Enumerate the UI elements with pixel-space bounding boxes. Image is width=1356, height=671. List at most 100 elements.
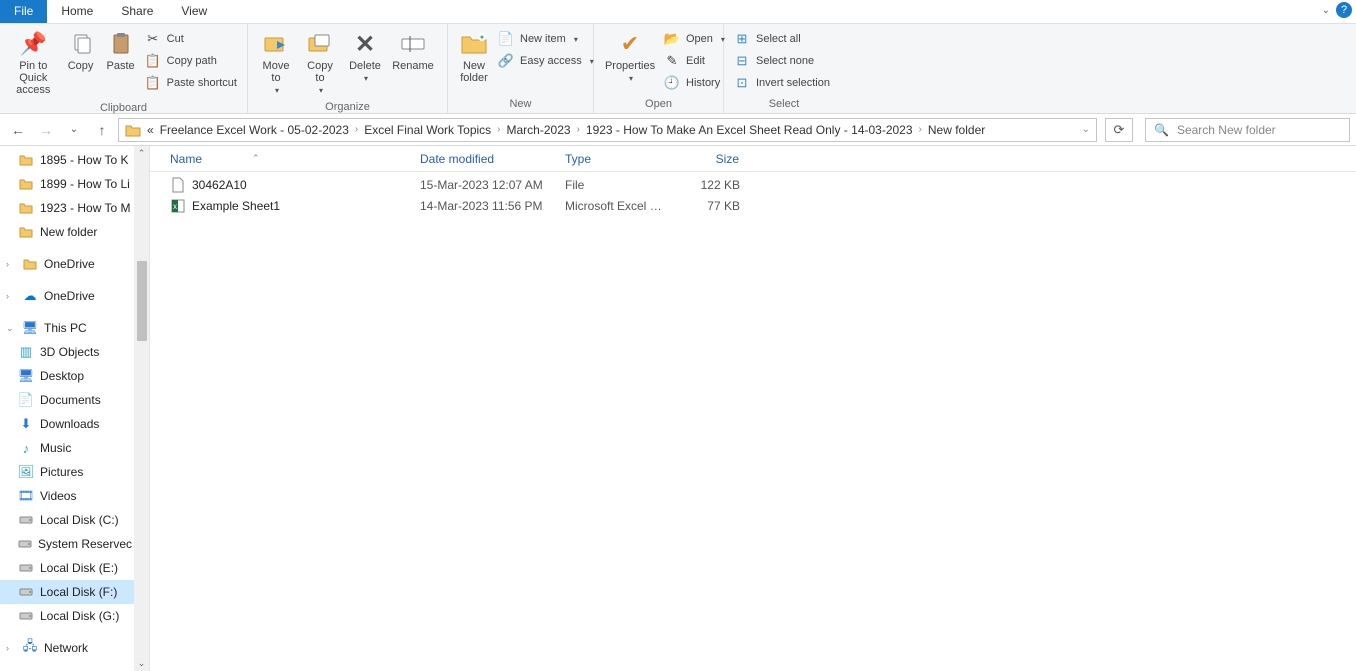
rename-icon <box>399 30 427 58</box>
sidebar-item[interactable]: Local Disk (G:) <box>0 604 135 628</box>
sidebar-item[interactable]: System Reservec <box>0 532 135 556</box>
breadcrumb-3[interactable]: 1923 - How To Make An Excel Sheet Read O… <box>586 123 913 137</box>
edit-button[interactable]: ✎Edit <box>660 50 729 72</box>
cut-button[interactable]: ✂Cut <box>141 28 241 50</box>
scroll-up-icon[interactable]: ⌃ <box>134 146 149 161</box>
tab-file[interactable]: File <box>0 0 47 23</box>
column-type[interactable]: Type <box>555 152 675 166</box>
file-name: 30462A10 <box>192 178 247 192</box>
sidebar-network[interactable]: ›🖧Network <box>0 636 135 660</box>
sidebar-item[interactable]: Local Disk (C:) <box>0 508 135 532</box>
history-icon: 🕘 <box>664 75 680 91</box>
group-clipboard-label: Clipboard <box>6 100 241 117</box>
sidebar-item[interactable]: ♪Music <box>0 436 135 460</box>
search-input[interactable] <box>1177 123 1341 137</box>
rename-button[interactable]: Rename <box>388 26 438 76</box>
history-button[interactable]: 🕘History <box>660 72 729 94</box>
paste-shortcut-button[interactable]: 📋Paste shortcut <box>141 72 241 94</box>
sidebar-item[interactable]: Local Disk (E:) <box>0 556 135 580</box>
sidebar-item[interactable]: 🖥Desktop <box>0 364 135 388</box>
move-to-button[interactable]: Move to▾ <box>254 26 298 99</box>
back-button[interactable]: ← <box>6 118 30 142</box>
recent-dropdown[interactable]: ⌄ <box>62 118 86 142</box>
rename-label: Rename <box>392 60 434 72</box>
sidebar-onedrive[interactable]: ›OneDrive <box>0 252 135 276</box>
sidebar-item[interactable]: ⬇Downloads <box>0 412 135 436</box>
copy-label: Copy <box>68 60 94 72</box>
tab-home[interactable]: Home <box>47 0 107 23</box>
cloud-icon: ☁ <box>22 288 38 304</box>
edit-icon: ✎ <box>664 53 680 69</box>
collapse-icon[interactable]: ⌄ <box>6 323 16 334</box>
delete-button[interactable]: ✕ Delete▾ <box>342 26 388 87</box>
tab-share[interactable]: Share <box>107 0 167 23</box>
column-name[interactable]: Name⌃ <box>150 152 410 166</box>
properties-label: Properties <box>605 60 655 72</box>
sidebar-item-label: Local Disk (C:) <box>40 513 119 527</box>
delete-icon: ✕ <box>351 30 379 58</box>
expand-icon[interactable]: › <box>6 643 16 653</box>
paste-shortcut-label: Paste shortcut <box>167 77 237 89</box>
breadcrumb-2[interactable]: March-2023 <box>507 123 571 137</box>
new-folder-label: New folder <box>460 60 488 84</box>
new-folder-button[interactable]: ✦ New folder <box>454 26 494 88</box>
sidebar-this-pc[interactable]: ⌄🖥This PC <box>0 316 135 340</box>
sidebar-item[interactable]: 1895 - How To K <box>0 148 135 172</box>
select-none-button[interactable]: ⊟Select none <box>730 50 834 72</box>
up-button[interactable]: ↑ <box>90 118 114 142</box>
sidebar-item[interactable]: 1923 - How To M <box>0 196 135 220</box>
easy-access-icon: 🔗 <box>498 53 514 69</box>
file-type: Microsoft Excel W... <box>555 199 675 213</box>
sidebar-item[interactable]: 1899 - How To Li <box>0 172 135 196</box>
chevron-right-icon[interactable]: › <box>577 124 580 135</box>
select-all-button[interactable]: ⊞Select all <box>730 28 834 50</box>
sidebar-item-label: Videos <box>40 489 76 503</box>
copy-to-icon <box>306 30 334 58</box>
breadcrumb-0[interactable]: Freelance Excel Work - 05-02-2023 <box>160 123 349 137</box>
sidebar-item[interactable]: 🎞Videos <box>0 484 135 508</box>
forward-button[interactable]: → <box>34 118 58 142</box>
scroll-down-icon[interactable]: ⌄ <box>134 656 149 671</box>
expand-icon[interactable]: › <box>6 291 16 301</box>
svg-text:✦: ✦ <box>479 33 486 42</box>
table-row[interactable]: 30462A1015-Mar-2023 12:07 AMFile122 KB <box>150 174 1356 195</box>
copy-path-button[interactable]: 📋Copy path <box>141 50 241 72</box>
chevron-down-icon[interactable]: ⌄ <box>1322 5 1330 16</box>
table-row[interactable]: xExample Sheet114-Mar-2023 11:56 PMMicro… <box>150 195 1356 216</box>
chevron-right-icon[interactable]: › <box>919 124 922 135</box>
open-button[interactable]: 📂Open▾ <box>660 28 729 50</box>
sidebar-item[interactable]: New folder <box>0 220 135 244</box>
invert-selection-button[interactable]: ⊡Invert selection <box>730 72 834 94</box>
address-bar[interactable]: « Freelance Excel Work - 05-02-2023 › Ex… <box>118 118 1097 142</box>
scroll-thumb[interactable] <box>137 261 147 341</box>
help-icon[interactable]: ? <box>1336 2 1352 18</box>
search-box[interactable]: 🔍 <box>1145 118 1350 142</box>
copy-button[interactable]: Copy <box>61 26 101 76</box>
sidebar-item-label: OneDrive <box>44 289 95 303</box>
sidebar-scrollbar[interactable]: ⌃ ⌄ <box>134 146 149 671</box>
chevron-right-icon[interactable]: › <box>355 124 358 135</box>
sidebar-item[interactable]: Local Disk (F:) <box>0 580 135 604</box>
sidebar-item[interactable]: ▥3D Objects <box>0 340 135 364</box>
easy-access-button[interactable]: 🔗Easy access▾ <box>494 50 598 72</box>
expand-icon[interactable]: › <box>6 259 16 269</box>
properties-icon: ✔ <box>616 30 644 58</box>
chevron-right-icon[interactable]: › <box>497 124 500 135</box>
breadcrumb-1[interactable]: Excel Final Work Topics <box>364 123 491 137</box>
copy-to-button[interactable]: Copy to▾ <box>298 26 342 99</box>
breadcrumb-4[interactable]: New folder <box>928 123 985 137</box>
new-item-button[interactable]: 📄New item▾ <box>494 28 598 50</box>
sidebar-item[interactable]: 🖼Pictures <box>0 460 135 484</box>
3d-icon: ▥ <box>18 344 34 360</box>
address-dropdown[interactable]: ⌄ <box>1082 124 1090 135</box>
refresh-button[interactable]: ⟳ <box>1105 118 1133 142</box>
sidebar-onedrive-cloud[interactable]: › ☁ OneDrive <box>0 284 135 308</box>
group-clipboard: 📌 Pin to Quick access Copy Paste ✂Cut 📋C… <box>0 24 248 113</box>
column-size[interactable]: Size <box>675 152 750 166</box>
pin-quick-access-button[interactable]: 📌 Pin to Quick access <box>6 26 61 100</box>
paste-button[interactable]: Paste <box>101 26 141 76</box>
properties-button[interactable]: ✔ Properties▾ <box>600 26 660 87</box>
column-date[interactable]: Date modified <box>410 152 555 166</box>
tab-view[interactable]: View <box>167 0 221 23</box>
sidebar-item[interactable]: 📄Documents <box>0 388 135 412</box>
